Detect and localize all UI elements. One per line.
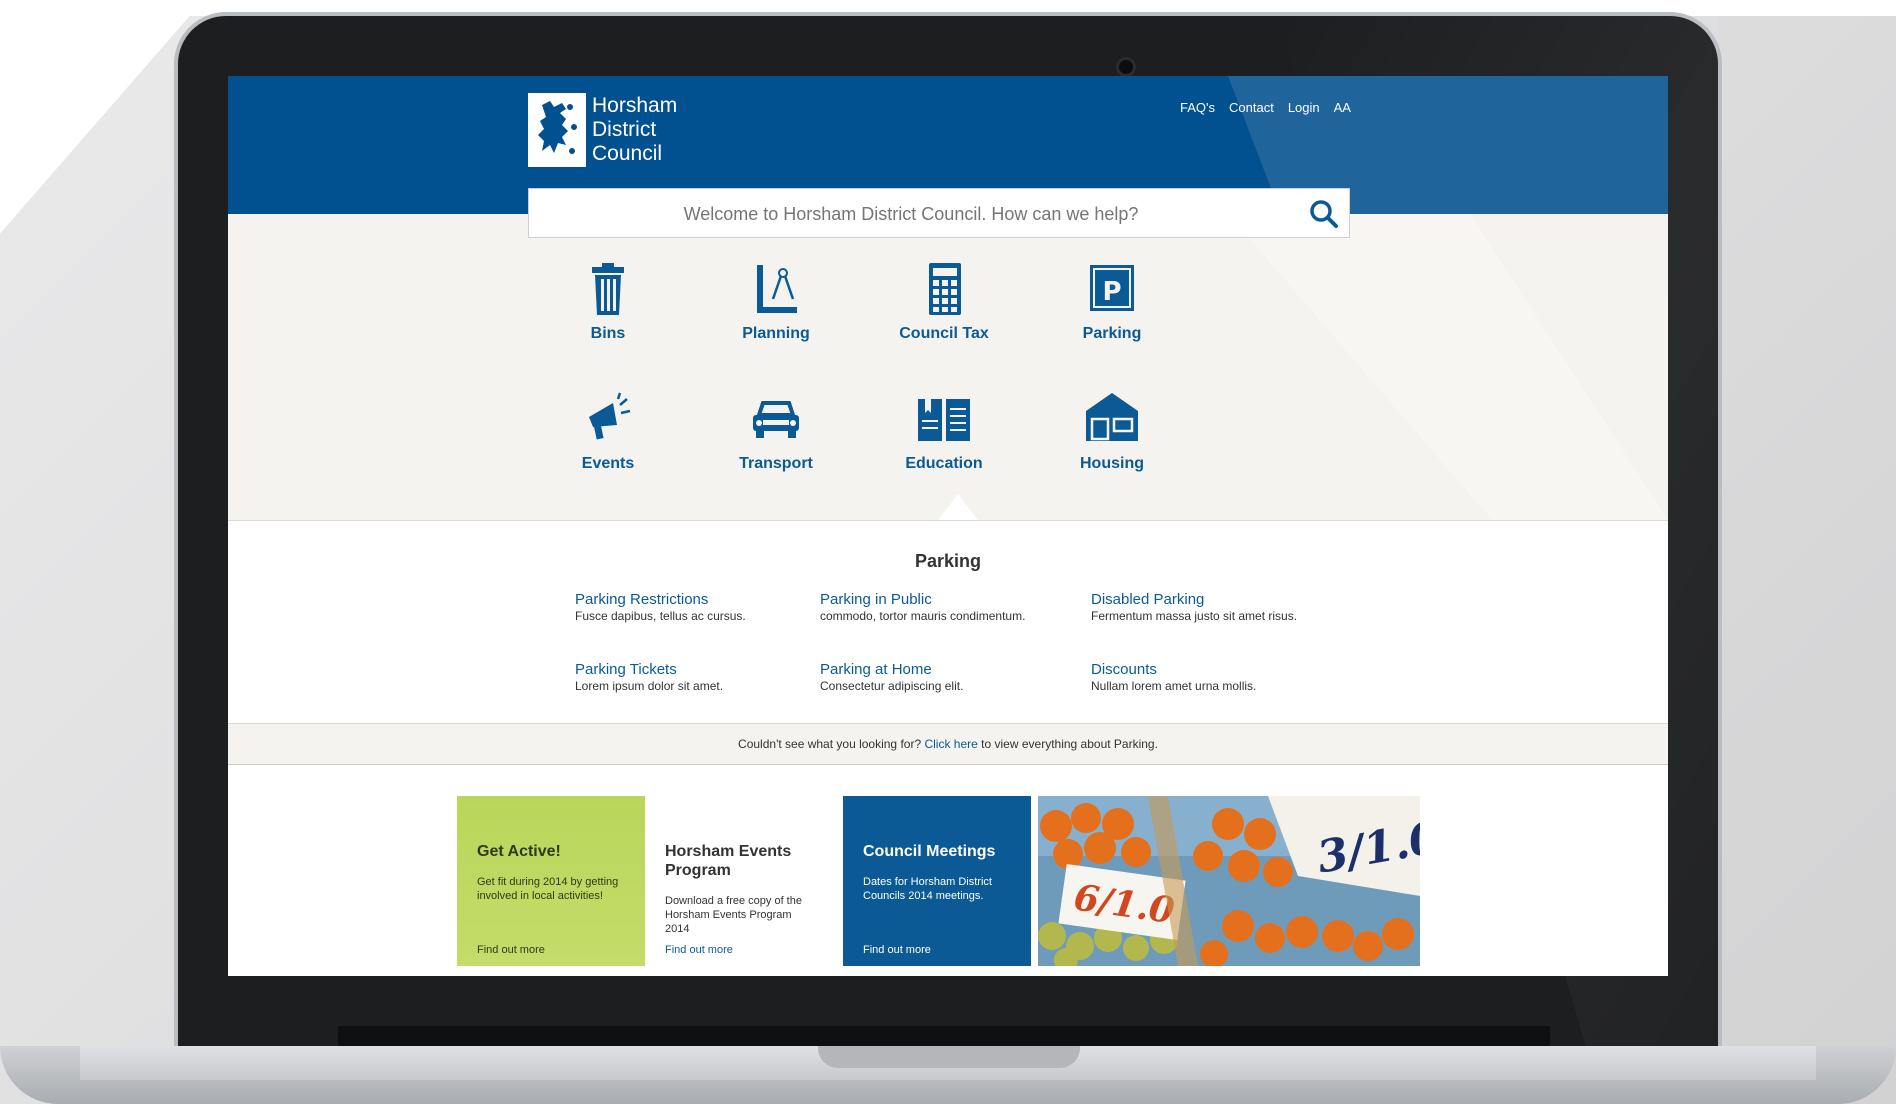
tile-label: Parking [1082, 325, 1142, 342]
tile-council-tax[interactable]: Council Tax [859, 261, 1029, 361]
panel-pointer [938, 494, 978, 520]
laptop-notch [818, 1046, 1080, 1068]
card-events-program: Horsham Events Program Download a free c… [645, 796, 833, 966]
webcam [1119, 60, 1133, 74]
tile-transport[interactable]: Transport [691, 391, 861, 491]
tile-label: Transport [739, 455, 813, 472]
link-description: Nullam lorem amet urna mollis. [1091, 679, 1257, 693]
card-text: Get fit during 2014 by getting involved … [477, 876, 619, 902]
tile-label: Housing [1080, 455, 1144, 472]
tile-planning[interactable]: Planning [691, 261, 861, 361]
parking-panel: Parking Parking Restrictions Fusce dapib… [228, 521, 1668, 723]
tile-education[interactable]: Education [859, 391, 1029, 491]
card-title: Horsham Events Program [665, 843, 792, 879]
tile-bins[interactable]: Bins [523, 261, 693, 361]
book-icon [918, 399, 970, 441]
view-all-strip: Couldn't see what you looking for? Click… [228, 723, 1668, 765]
browser-screen: Horsham District Council FAQ's Contact L… [228, 76, 1668, 976]
card-text: Dates for Horsham District Councils 2014… [863, 876, 992, 902]
parking-at-home-link[interactable]: Parking at Home [820, 661, 1060, 678]
search-input[interactable] [529, 189, 1293, 239]
list-item: Parking Tickets Lorem ipsum dolor sit am… [575, 661, 815, 693]
site-logo-text[interactable]: Horsham District Council [592, 94, 677, 166]
list-item: Discounts Nullam lorem amet urna mollis. [1091, 661, 1331, 693]
tile-parking[interactable]: P Parking [1027, 261, 1197, 361]
discounts-link[interactable]: Discounts [1091, 661, 1331, 678]
tile-housing[interactable]: Housing [1027, 391, 1197, 491]
search-button[interactable] [1307, 197, 1341, 231]
tile-label: Education [905, 455, 983, 472]
link-description: Consectetur adipiscing elit. [820, 679, 964, 693]
list-item: Parking in Public commodo, tortor mauris… [820, 591, 1060, 623]
lion-crest-icon[interactable] [528, 93, 586, 167]
bin-icon [592, 263, 624, 315]
link-description: commodo, tortor mauris condimentum. [820, 609, 1026, 623]
card-title: Get Active! [477, 843, 561, 860]
parking-tickets-link[interactable]: Parking Tickets [575, 661, 815, 678]
link-description: Fusce dapibus, tellus ac cursus. [575, 609, 746, 623]
card-text: Download a free copy of the Horsham Even… [665, 895, 802, 935]
find-out-more-link[interactable]: Find out more [863, 944, 931, 956]
tile-label: Council Tax [899, 325, 989, 342]
house-icon [1086, 393, 1138, 441]
laptop-hinge [338, 1026, 1550, 1046]
logo-line: Council [592, 142, 663, 165]
nav-login-link[interactable]: Login [1288, 100, 1320, 115]
nav-faqs-link[interactable]: FAQ's [1180, 100, 1215, 115]
nav-contact-link[interactable]: Contact [1229, 100, 1274, 115]
list-item: Parking at Home Consectetur adipiscing e… [820, 661, 1060, 693]
card-title: Council Meetings [863, 843, 996, 860]
top-nav: FAQ's Contact Login AA [1180, 100, 1351, 115]
compass-icon [757, 265, 797, 313]
logo-line: Horsham [592, 94, 678, 117]
find-out-more-link[interactable]: Find out more [477, 944, 545, 956]
link-description: Lorem ipsum dolor sit amet. [575, 679, 724, 693]
list-item: Parking Restrictions Fusce dapibus, tell… [575, 591, 815, 623]
card-get-active: Get Active! Get fit during 2014 by getti… [457, 796, 645, 966]
svg-text:P: P [1102, 277, 1121, 307]
tile-events[interactable]: Events [523, 391, 693, 491]
car-icon [753, 401, 799, 438]
link-description: Fermentum massa justo sit amet risus. [1091, 609, 1298, 623]
parking-icon: P [1090, 265, 1134, 311]
disabled-parking-link[interactable]: Disabled Parking [1091, 591, 1331, 608]
market-fruit-photo: 6/1.0 3/1.0 [1038, 796, 1420, 966]
view-all-prefix: Couldn't see what you looking for? [738, 737, 922, 751]
logo-line: District [592, 118, 657, 141]
tile-label: Bins [590, 325, 626, 342]
tile-label: Events [581, 455, 635, 472]
promo-cards: Get Active! Get fit during 2014 by getti… [228, 796, 1668, 976]
text-size-toggle[interactable]: AA [1334, 100, 1351, 115]
find-out-more-link[interactable]: Find out more [665, 944, 733, 956]
calculator-icon [929, 263, 961, 315]
megaphone-icon [589, 392, 631, 440]
view-all-link[interactable]: Click here [924, 737, 977, 751]
search-icon [1310, 200, 1338, 228]
tile-label: Planning [742, 325, 810, 342]
panel-title: Parking [914, 551, 982, 571]
parking-links: Parking Restrictions Fusce dapibus, tell… [575, 591, 1335, 711]
list-item: Disabled Parking Fermentum massa justo s… [1091, 591, 1331, 623]
search-bar [528, 188, 1350, 239]
parking-in-public-link[interactable]: Parking in Public [820, 591, 1060, 608]
view-all-suffix: to view everything about Parking. [981, 737, 1158, 751]
service-tiles: Bins Planning Council Tax P Parking Even… [523, 261, 1343, 511]
card-council-meetings: Council Meetings Dates for Horsham Distr… [843, 796, 1031, 966]
parking-restrictions-link[interactable]: Parking Restrictions [575, 591, 815, 608]
